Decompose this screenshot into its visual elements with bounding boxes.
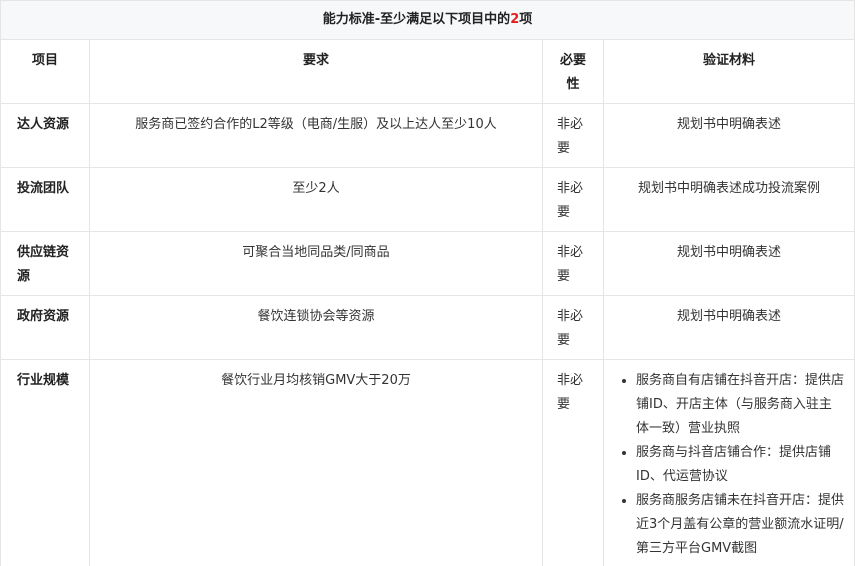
table-row: 供应链资源 可聚合当地同品类/同商品 非必要 规划书中明确表述 — [0, 231, 855, 296]
list-item: 服务商自有店铺在抖音开店：提供店铺ID、开店主体（与服务商入驻主体一致）营业执照 — [636, 369, 844, 441]
row-name: 达人资源 — [0, 103, 90, 168]
table-header-row: 项目 要求 必要性 验证材料 — [0, 39, 855, 104]
title-suffix: 项 — [519, 12, 533, 27]
row-name: 投流团队 — [0, 167, 90, 232]
header-item: 项目 — [0, 39, 90, 104]
requirements-document: 能力标准-至少满足以下项目中的2项 项目 要求 必要性 验证材料 达人资源 服务… — [0, 0, 855, 566]
requirements-table: 能力标准-至少满足以下项目中的2项 项目 要求 必要性 验证材料 达人资源 服务… — [0, 0, 855, 566]
row-necessity: 非必要 — [542, 103, 604, 168]
row-requirement: 可聚合当地同品类/同商品 — [89, 231, 543, 296]
row-requirement: 餐饮行业月均核销GMV大于20万 — [89, 359, 543, 566]
row-requirement: 餐饮连锁协会等资源 — [89, 295, 543, 360]
row-name: 政府资源 — [0, 295, 90, 360]
row-material: 规划书中明确表述 — [602, 231, 855, 296]
row-material: 规划书中明确表述 — [602, 103, 855, 168]
row-name: 行业规模 — [0, 359, 90, 566]
table-title-row: 能力标准-至少满足以下项目中的2项 — [0, 0, 855, 40]
row-necessity: 非必要 — [542, 359, 604, 566]
row-requirement: 服务商已签约合作的L2等级（电商/生服）及以上达人至少10人 — [89, 103, 543, 168]
table-row: 投流团队 至少2人 非必要 规划书中明确表述成功投流案例 — [0, 167, 855, 232]
title-prefix: 能力标准-至少满足以下项目中的 — [322, 12, 511, 27]
row-necessity: 非必要 — [542, 167, 604, 232]
table-row: 行业规模 餐饮行业月均核销GMV大于20万 非必要 服务商自有店铺在抖音开店：提… — [0, 359, 855, 566]
row-necessity: 非必要 — [542, 231, 604, 296]
row-necessity: 非必要 — [542, 295, 604, 360]
row-material: 规划书中明确表述成功投流案例 — [602, 167, 855, 232]
header-necessity: 必要性 — [542, 39, 604, 104]
title-highlight-count: 2 — [510, 12, 520, 27]
row-name: 供应链资源 — [0, 231, 90, 296]
header-material: 验证材料 — [602, 39, 855, 104]
table-row: 政府资源 餐饮连锁协会等资源 非必要 规划书中明确表述 — [0, 295, 855, 360]
row-material-list-cell: 服务商自有店铺在抖音开店：提供店铺ID、开店主体（与服务商入驻主体一致）营业执照… — [602, 359, 855, 566]
table-row: 达人资源 服务商已签约合作的L2等级（电商/生服）及以上达人至少10人 非必要 … — [0, 103, 855, 168]
row-requirement: 至少2人 — [89, 167, 543, 232]
table-title: 能力标准-至少满足以下项目中的2项 — [0, 0, 855, 40]
row-material: 规划书中明确表述 — [602, 295, 855, 360]
list-item: 服务商服务店铺未在抖音开店：提供近3个月盖有公章的营业额流水证明/第三方平台GM… — [636, 489, 844, 561]
list-item: 服务商与抖音店铺合作：提供店铺ID、代运营协议 — [636, 441, 844, 489]
header-requirement: 要求 — [89, 39, 543, 104]
material-bullet-list: 服务商自有店铺在抖音开店：提供店铺ID、开店主体（与服务商入驻主体一致）营业执照… — [604, 360, 854, 561]
